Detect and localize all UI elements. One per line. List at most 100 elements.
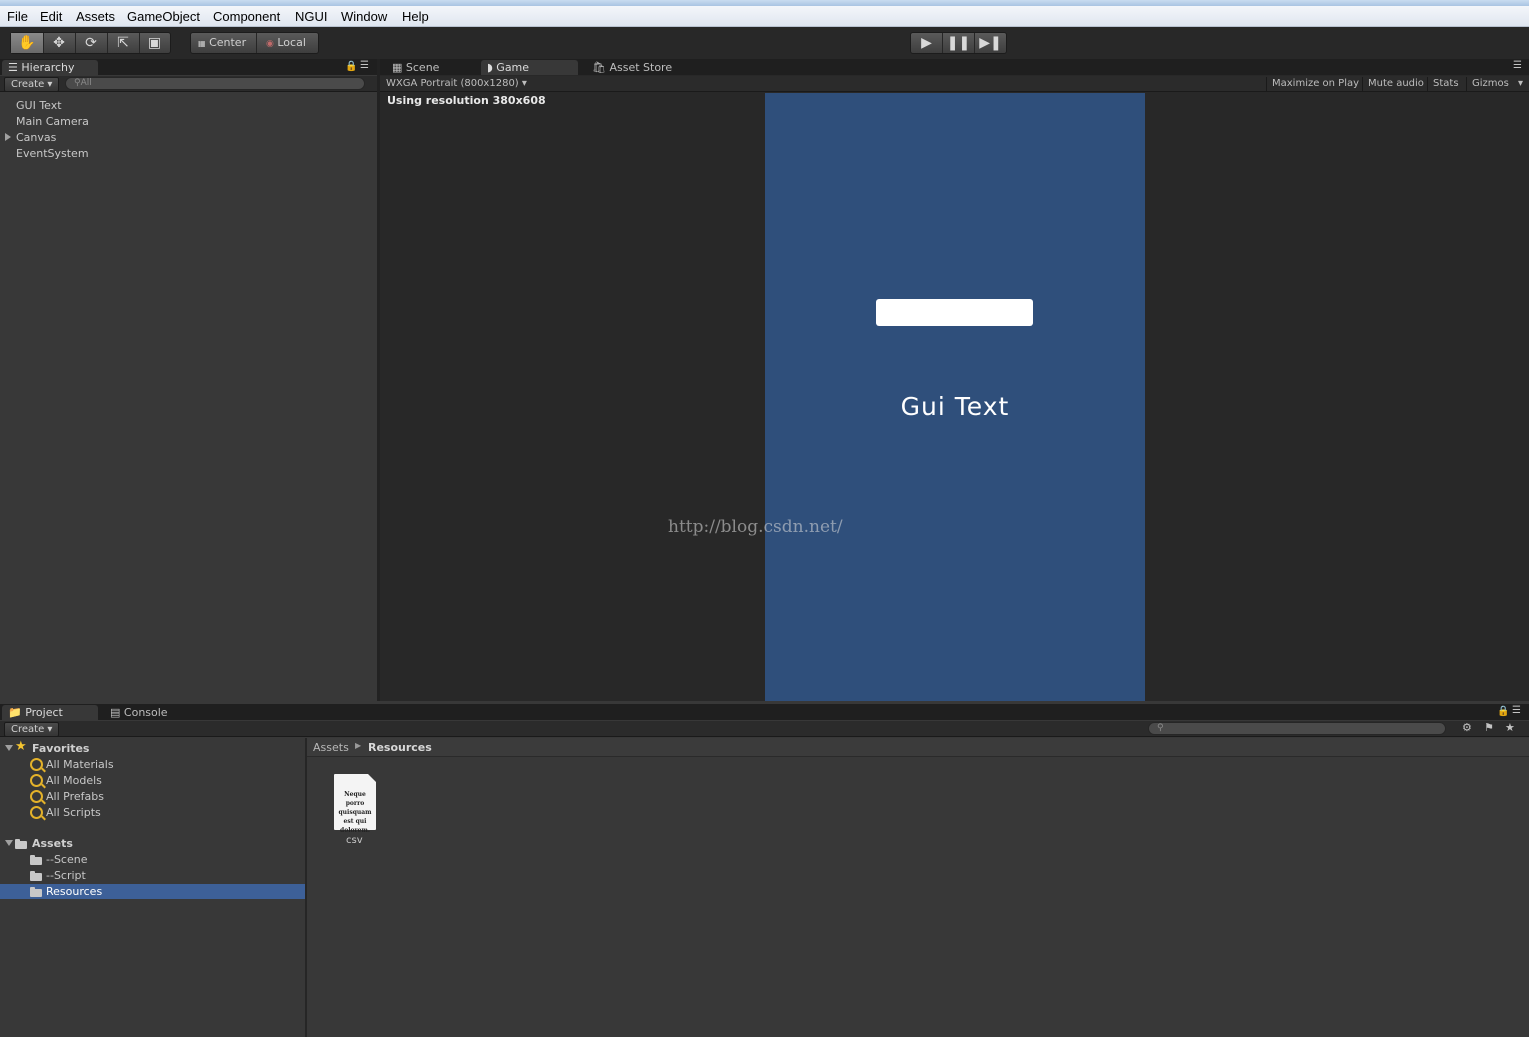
favorite-item[interactable]: All Models bbox=[46, 774, 102, 787]
filter-type-icon[interactable]: ⚙ bbox=[1462, 721, 1472, 734]
panel-menu-icon[interactable]: ☰ bbox=[360, 60, 369, 71]
folder-icon bbox=[30, 887, 42, 897]
folder-icon bbox=[30, 871, 42, 881]
gui-text-label: Gui Text bbox=[900, 392, 1010, 421]
rect-tool-button[interactable]: ▣ bbox=[139, 33, 170, 53]
tab-scene[interactable]: ▦ Scene bbox=[386, 60, 482, 75]
favorites-header[interactable]: Favorites bbox=[32, 742, 89, 755]
transform-tools: ✋ ✥ ⟳ ⇱ ▣ bbox=[10, 32, 171, 54]
resolution-info-text: Using resolution 380x608 bbox=[387, 94, 546, 107]
move-tool-button[interactable]: ✥ bbox=[43, 33, 76, 53]
game-tab-label: Game bbox=[496, 61, 530, 74]
hand-icon: ✋ bbox=[18, 35, 36, 51]
search-icon bbox=[30, 774, 43, 787]
dropdown-arrow-icon: ▾ bbox=[521, 78, 527, 89]
assets-header[interactable]: Assets bbox=[32, 837, 73, 850]
stats-toggle[interactable]: Stats bbox=[1427, 77, 1464, 91]
game-subbar: WXGA Portrait (800x1280) ▾ Maximize on P… bbox=[380, 76, 1529, 92]
pause-icon: ❚❚ bbox=[946, 35, 971, 51]
pivot-center-icon: ▦ bbox=[198, 39, 206, 48]
breadcrumb-root[interactable]: Assets bbox=[313, 741, 349, 754]
gizmos-label: Gizmos bbox=[1472, 78, 1509, 89]
scene-tab-label: Scene bbox=[405, 61, 440, 74]
project-create-button[interactable]: Create ▾ bbox=[4, 722, 60, 737]
project-search-input[interactable]: ⚲ bbox=[1148, 722, 1446, 735]
tab-project[interactable]: 📁 Project bbox=[2, 705, 98, 720]
scene-grid-icon: ▦ bbox=[392, 61, 403, 74]
menu-file[interactable]: File bbox=[7, 9, 28, 24]
folder-icon bbox=[30, 855, 42, 865]
asset-tile-csv[interactable]: Neque porro quisquam est qui dolorem. bbox=[334, 774, 376, 834]
play-button[interactable]: ▶ bbox=[911, 33, 943, 53]
favorite-item[interactable]: All Materials bbox=[46, 758, 114, 771]
gizmos-toggle[interactable]: Gizmos ▾ bbox=[1466, 77, 1528, 91]
rect-icon: ▣ bbox=[147, 35, 162, 51]
game-input-field[interactable] bbox=[876, 299, 1033, 326]
search-icon: ⚲ bbox=[74, 78, 81, 88]
menu-gameobject[interactable]: GameObject bbox=[127, 9, 200, 24]
text-file-icon: Neque porro quisquam est qui dolorem. bbox=[334, 774, 376, 834]
main-toolbar: ✋ ✥ ⟳ ⇱ ▣ ▦ Center ◉ Local ▶ ❚❚ ▶❚ bbox=[0, 27, 1529, 59]
search-icon bbox=[30, 790, 43, 803]
tab-console[interactable]: ▤ Console bbox=[104, 705, 190, 720]
folder-item[interactable]: --Scene bbox=[46, 853, 87, 866]
hierarchy-item[interactable]: EventSystem bbox=[16, 147, 89, 160]
project-tab-label: Project bbox=[25, 706, 63, 719]
hierarchy-subbar: Create ▾ ⚲All bbox=[0, 76, 377, 92]
hierarchy-create-button[interactable]: Create ▾ bbox=[4, 77, 60, 92]
rotate-tool-button[interactable]: ⟳ bbox=[75, 33, 108, 53]
lock-icon[interactable]: 🔒 bbox=[1497, 706, 1509, 717]
local-cube-icon: ◉ bbox=[266, 39, 274, 49]
dropdown-arrow-icon: ▾ bbox=[47, 724, 53, 735]
hierarchy-item[interactable]: Main Camera bbox=[16, 115, 89, 128]
step-button[interactable]: ▶❚ bbox=[975, 33, 1006, 53]
menu-help[interactable]: Help bbox=[402, 9, 429, 24]
folder-item[interactable]: --Script bbox=[46, 869, 86, 882]
menu-assets[interactable]: Assets bbox=[76, 9, 115, 24]
pivot-local-button[interactable]: ◉ Local bbox=[266, 33, 306, 53]
resolution-dropdown[interactable]: WXGA Portrait (800x1280) ▾ bbox=[386, 77, 527, 90]
hierarchy-item[interactable]: Canvas bbox=[16, 131, 56, 144]
pivot-center-button[interactable]: ▦ Center bbox=[198, 33, 246, 53]
menu-window[interactable]: Window bbox=[341, 9, 387, 24]
scale-tool-button[interactable]: ⇱ bbox=[107, 33, 140, 53]
list-icon: ☰ bbox=[8, 61, 18, 74]
pivot-center-label: Center bbox=[209, 36, 247, 49]
folder-item-label: Resources bbox=[46, 885, 103, 898]
collapse-arrow-icon[interactable] bbox=[5, 745, 13, 751]
pause-button[interactable]: ❚❚ bbox=[943, 33, 975, 53]
search-icon bbox=[30, 806, 43, 819]
folder-item-selected[interactable]: Resources bbox=[0, 884, 305, 899]
filter-label-icon[interactable]: ⚑ bbox=[1484, 721, 1494, 734]
project-folder-tree: ★ Favorites All Materials All Models All… bbox=[0, 738, 307, 1037]
collapse-arrow-icon[interactable] bbox=[5, 840, 13, 846]
panel-menu-icon[interactable]: ☰ bbox=[1512, 705, 1521, 716]
tab-game[interactable]: ◗ Game bbox=[481, 60, 578, 75]
store-bag-icon: 🛍 bbox=[592, 61, 606, 74]
hierarchy-panel: ☰ Hierarchy 🔒 ☰ Create ▾ ⚲All GUI Text M… bbox=[0, 59, 380, 701]
hierarchy-item[interactable]: GUI Text bbox=[16, 99, 62, 112]
pivot-toggles: ▦ Center ◉ Local bbox=[190, 32, 319, 54]
panel-menu-icon[interactable]: ☰ bbox=[1513, 60, 1522, 71]
scale-icon: ⇱ bbox=[117, 35, 129, 51]
hand-tool-button[interactable]: ✋ bbox=[11, 33, 44, 53]
tab-hierarchy[interactable]: ☰ Hierarchy bbox=[2, 60, 98, 75]
maximize-on-play-toggle[interactable]: Maximize on Play bbox=[1266, 77, 1364, 91]
breadcrumb-current[interactable]: Resources bbox=[368, 741, 432, 754]
create-label: Create bbox=[11, 724, 45, 735]
favorite-item[interactable]: All Scripts bbox=[46, 806, 101, 819]
tab-asset-store[interactable]: 🛍 Asset Store bbox=[586, 60, 692, 75]
favorite-star-icon[interactable]: ★ bbox=[1505, 721, 1515, 734]
mute-audio-toggle[interactable]: Mute audio bbox=[1362, 77, 1429, 91]
lock-icon[interactable]: 🔒 bbox=[345, 61, 357, 72]
console-icon: ▤ bbox=[110, 706, 121, 719]
favorite-item[interactable]: All Prefabs bbox=[46, 790, 104, 803]
hierarchy-search-input[interactable]: ⚲All bbox=[65, 77, 365, 90]
menu-edit[interactable]: Edit bbox=[40, 9, 62, 24]
expand-arrow-icon[interactable] bbox=[5, 133, 11, 141]
play-icon: ▶ bbox=[921, 35, 932, 51]
menu-ngui[interactable]: NGUI bbox=[295, 9, 328, 24]
favorites-star-icon: ★ bbox=[15, 739, 27, 754]
resolution-dropdown-label: WXGA Portrait (800x1280) bbox=[386, 78, 519, 89]
menu-component[interactable]: Component bbox=[213, 9, 280, 24]
